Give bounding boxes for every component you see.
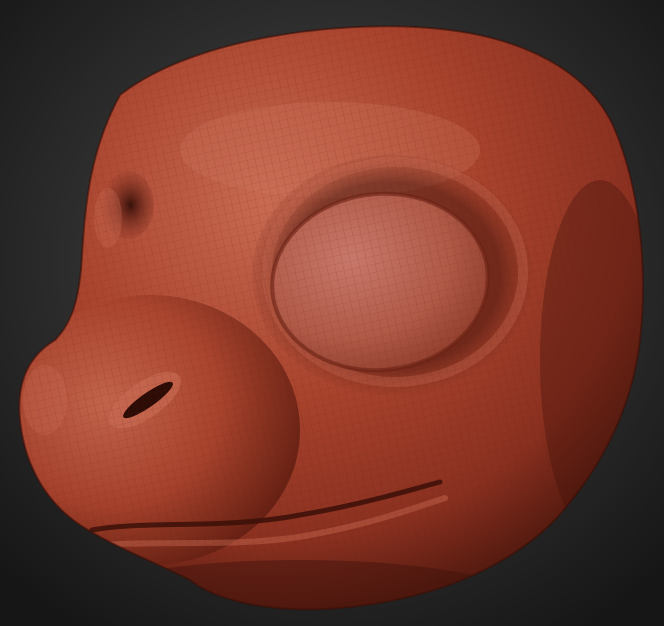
sculpt-canvas[interactable] bbox=[0, 0, 664, 626]
sculpt-viewport[interactable] bbox=[0, 0, 664, 626]
